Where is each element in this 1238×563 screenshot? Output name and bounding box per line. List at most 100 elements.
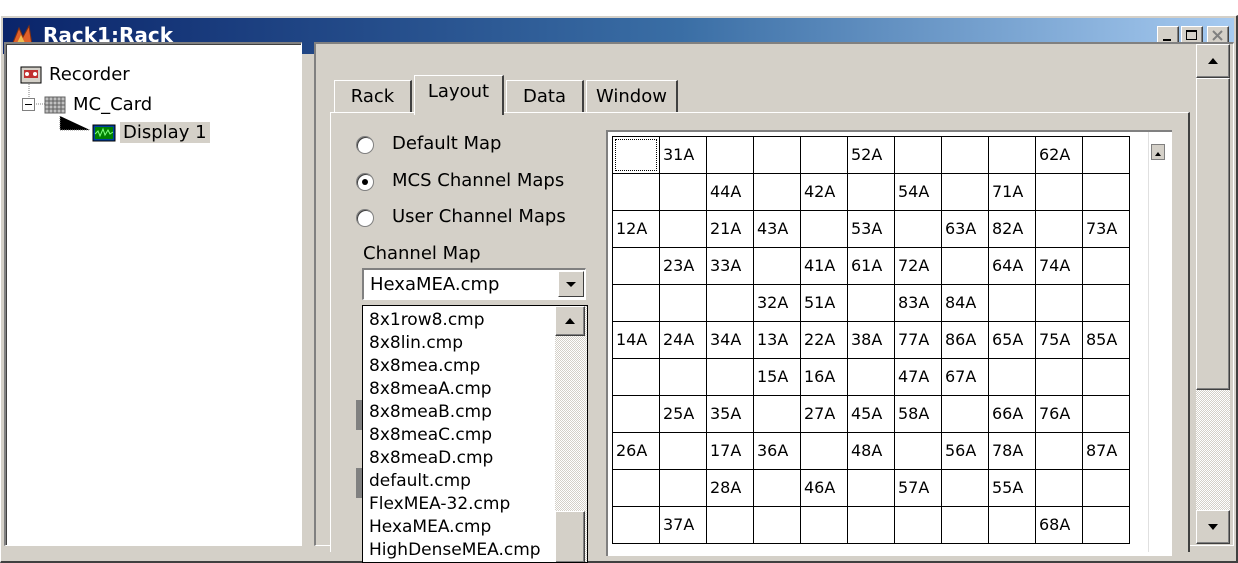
grid-cell[interactable]: 51A: [800, 284, 848, 322]
grid-cell[interactable]: 48A: [847, 432, 895, 470]
grid-cell[interactable]: [847, 284, 895, 322]
grid-cell[interactable]: 83A: [894, 284, 942, 322]
grid-scroll-up-button[interactable]: [1151, 144, 1165, 160]
grid-cell[interactable]: 46A: [800, 469, 848, 507]
grid-cell[interactable]: 31A: [659, 136, 707, 174]
grid-cell[interactable]: 44A: [706, 173, 754, 211]
grid-cell[interactable]: [847, 358, 895, 396]
grid-cell[interactable]: [706, 506, 754, 544]
grid-cell[interactable]: [612, 506, 660, 544]
grid-cell[interactable]: [706, 358, 754, 396]
grid-cell[interactable]: [659, 284, 707, 322]
grid-cell[interactable]: 66A: [988, 395, 1036, 433]
grid-cell[interactable]: 57A: [894, 469, 942, 507]
grid-cell[interactable]: 15A: [753, 358, 801, 396]
tab-rack[interactable]: Rack: [334, 80, 412, 112]
grid-cell[interactable]: 25A: [659, 395, 707, 433]
grid-cell[interactable]: 23A: [659, 247, 707, 285]
grid-cell[interactable]: [800, 432, 848, 470]
grid-cell[interactable]: 34A: [706, 321, 754, 359]
grid-cell[interactable]: 13A: [753, 321, 801, 359]
tab-layout[interactable]: Layout: [414, 75, 504, 115]
grid-cell[interactable]: [706, 284, 754, 322]
grid-cell[interactable]: 38A: [847, 321, 895, 359]
grid-cell[interactable]: [941, 395, 989, 433]
grid-cell[interactable]: [941, 136, 989, 174]
grid-cell[interactable]: 28A: [706, 469, 754, 507]
grid-cell[interactable]: [847, 173, 895, 211]
grid-cell[interactable]: [847, 469, 895, 507]
grid-cell[interactable]: 63A: [941, 210, 989, 248]
channel-map-select[interactable]: HexaMEA.cmp: [362, 268, 586, 300]
collapse-icon[interactable]: [22, 98, 35, 111]
grid-cell[interactable]: 86A: [941, 321, 989, 359]
grid-cell[interactable]: [612, 358, 660, 396]
grid-cell[interactable]: 21A: [706, 210, 754, 248]
scroll-thumb[interactable]: [1196, 78, 1230, 390]
grid-cell[interactable]: 78A: [988, 432, 1036, 470]
dropdown-option[interactable]: 8x8mea.cmp: [369, 356, 480, 376]
grid-cell[interactable]: [800, 210, 848, 248]
grid-cell[interactable]: [1082, 395, 1130, 433]
grid-cell[interactable]: 41A: [800, 247, 848, 285]
grid-cell[interactable]: [612, 469, 660, 507]
grid-cell[interactable]: [753, 506, 801, 544]
dropdown-option[interactable]: 8x8meaD.cmp: [369, 448, 493, 468]
scroll-down-button[interactable]: [1196, 510, 1230, 544]
grid-cell[interactable]: 75A: [1035, 321, 1083, 359]
grid-cell[interactable]: 58A: [894, 395, 942, 433]
channel-map-dropdown-list[interactable]: 8x1row8.cmp 8x8lin.cmp 8x8mea.cmp 8x8meaA.c…: [362, 305, 588, 563]
grid-cell[interactable]: [753, 173, 801, 211]
grid-cell[interactable]: [988, 358, 1036, 396]
grid-cell[interactable]: 24A: [659, 321, 707, 359]
dropdown-option[interactable]: 8x8lin.cmp: [369, 333, 463, 353]
grid-cell[interactable]: [1082, 284, 1130, 322]
grid-cell[interactable]: 67A: [941, 358, 989, 396]
grid-cell[interactable]: 36A: [753, 432, 801, 470]
grid-cell[interactable]: [659, 210, 707, 248]
grid-cell[interactable]: [612, 284, 660, 322]
grid-cell[interactable]: [659, 469, 707, 507]
grid-cell[interactable]: [941, 247, 989, 285]
grid-cell[interactable]: 64A: [988, 247, 1036, 285]
grid-cell[interactable]: 85A: [1082, 321, 1130, 359]
grid-cell[interactable]: 14A: [612, 321, 660, 359]
tab-window[interactable]: Window: [586, 80, 678, 112]
grid-cell[interactable]: 47A: [894, 358, 942, 396]
grid-cell[interactable]: [1035, 173, 1083, 211]
grid-cell[interactable]: [800, 136, 848, 174]
grid-cell[interactable]: [988, 284, 1036, 322]
grid-cell[interactable]: 22A: [800, 321, 848, 359]
dropdown-scroll-thumb[interactable]: [555, 511, 585, 562]
grid-cell[interactable]: 53A: [847, 210, 895, 248]
grid-cell[interactable]: [612, 395, 660, 433]
radio-button[interactable]: [356, 136, 374, 154]
grid-cell[interactable]: 74A: [1035, 247, 1083, 285]
grid-cell[interactable]: [612, 173, 660, 211]
grid-cell[interactable]: 76A: [1035, 395, 1083, 433]
panel-scrollbar[interactable]: [1196, 44, 1230, 544]
radio-button-checked[interactable]: [356, 173, 374, 191]
grid-cell[interactable]: [988, 506, 1036, 544]
dropdown-option[interactable]: 8x8meaC.cmp: [369, 425, 492, 445]
grid-cell[interactable]: [659, 358, 707, 396]
scroll-up-button[interactable]: [1196, 44, 1230, 78]
grid-cell[interactable]: 54A: [894, 173, 942, 211]
grid-cell[interactable]: 55A: [988, 469, 1036, 507]
grid-cell[interactable]: 17A: [706, 432, 754, 470]
grid-cell[interactable]: [941, 469, 989, 507]
grid-cell[interactable]: [1082, 506, 1130, 544]
grid-cell[interactable]: 12A: [612, 210, 660, 248]
dropdown-option[interactable]: HighDenseMEA.cmp: [369, 540, 541, 560]
grid-cell[interactable]: [1082, 358, 1130, 396]
grid-cell[interactable]: [1035, 284, 1083, 322]
grid-scrollbar[interactable]: [1148, 132, 1168, 552]
grid-cell[interactable]: [753, 469, 801, 507]
grid-cell[interactable]: 27A: [800, 395, 848, 433]
grid-cell[interactable]: 68A: [1035, 506, 1083, 544]
grid-cell[interactable]: [800, 506, 848, 544]
dropdown-scroll-up-button[interactable]: [555, 306, 585, 336]
dropdown-button[interactable]: [558, 271, 584, 297]
grid-cell[interactable]: 33A: [706, 247, 754, 285]
grid-cell[interactable]: 73A: [1082, 210, 1130, 248]
